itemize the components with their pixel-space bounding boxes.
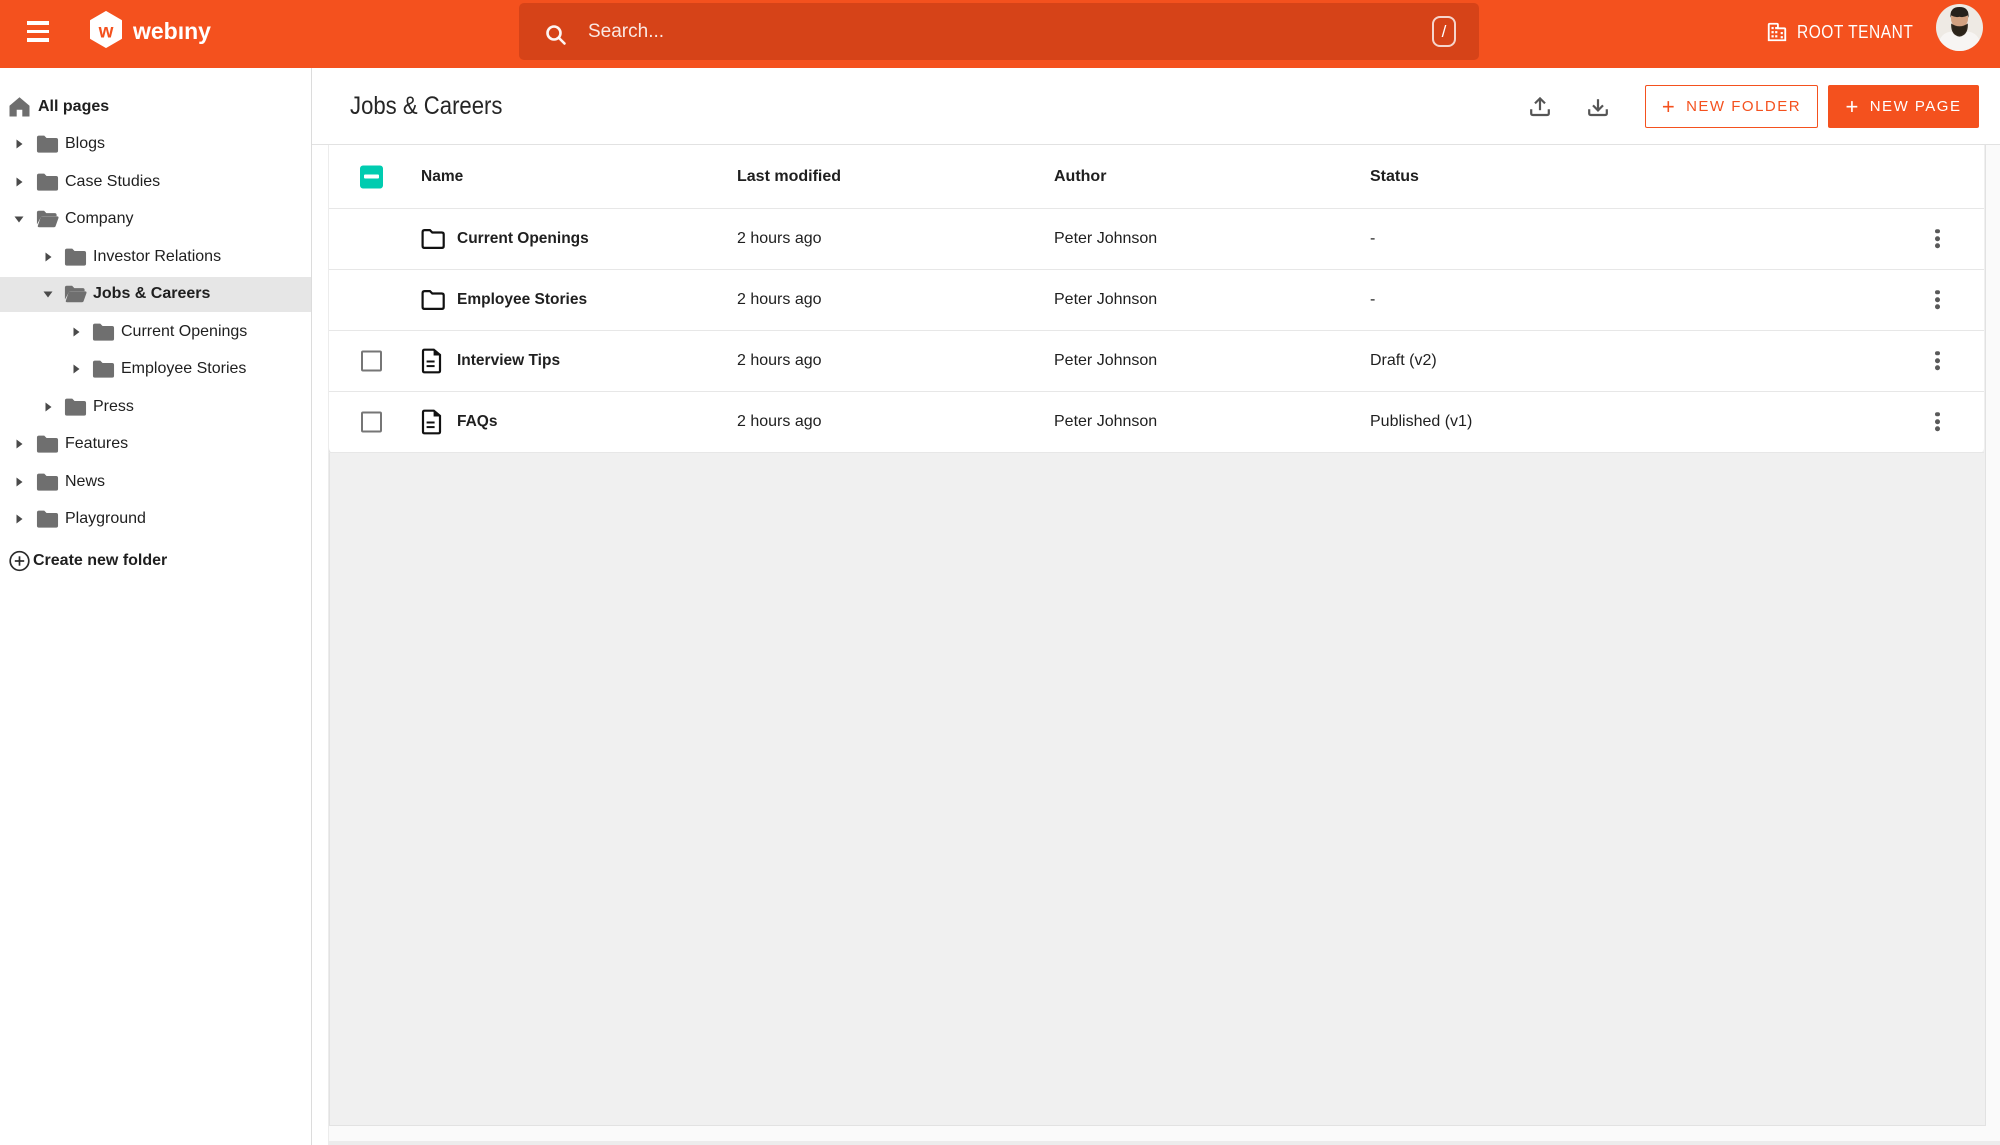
svg-text:w: w xyxy=(98,22,114,43)
